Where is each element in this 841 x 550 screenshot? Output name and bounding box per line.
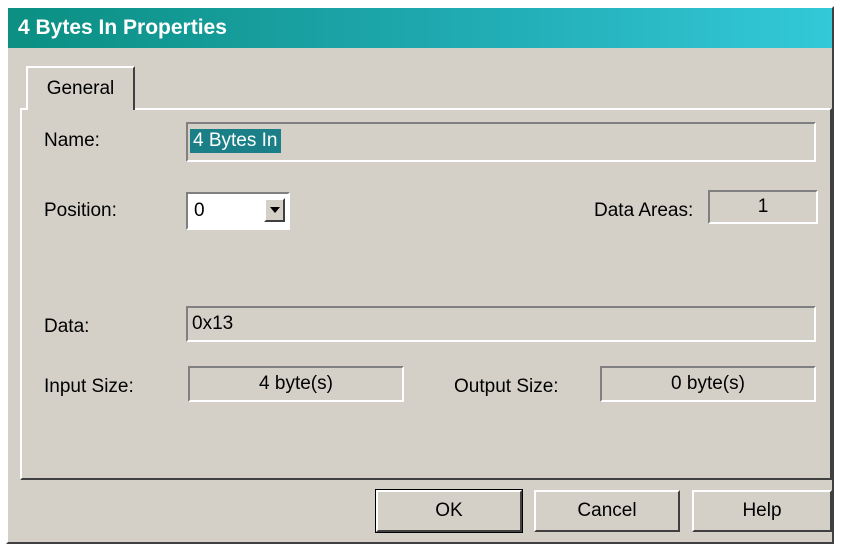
- output-size-label: Output Size:: [454, 376, 559, 397]
- name-label: Name:: [44, 130, 100, 151]
- ok-button[interactable]: OK: [375, 489, 523, 533]
- output-size-field: 0 byte(s): [600, 366, 816, 402]
- data-field: 0x13: [186, 306, 816, 342]
- chevron-down-icon[interactable]: [264, 198, 285, 222]
- data-label: Data:: [44, 316, 90, 337]
- output-size-value: 0 byte(s): [671, 373, 745, 394]
- general-panel: [20, 108, 832, 480]
- input-size-field: 4 byte(s): [188, 366, 404, 402]
- data-areas-value: 1: [757, 196, 769, 217]
- data-value: 0x13: [192, 313, 234, 334]
- properties-dialog: 4 Bytes In Properties General Name: 4 By…: [6, 6, 834, 544]
- name-field[interactable]: 4 Bytes In: [186, 122, 816, 162]
- position-select[interactable]: 0: [186, 192, 290, 230]
- input-size-label: Input Size:: [44, 376, 134, 397]
- dialog-title: 4 Bytes In Properties: [8, 8, 832, 48]
- help-button[interactable]: Help: [692, 490, 832, 532]
- cancel-button[interactable]: Cancel: [534, 490, 680, 532]
- data-areas-field: 1: [708, 190, 818, 224]
- tab-general[interactable]: General: [26, 66, 135, 110]
- input-size-value: 4 byte(s): [259, 373, 333, 394]
- data-areas-label: Data Areas:: [594, 200, 694, 221]
- name-value: 4 Bytes In: [190, 129, 281, 153]
- position-value: 0: [194, 200, 205, 221]
- position-label: Position:: [44, 200, 117, 221]
